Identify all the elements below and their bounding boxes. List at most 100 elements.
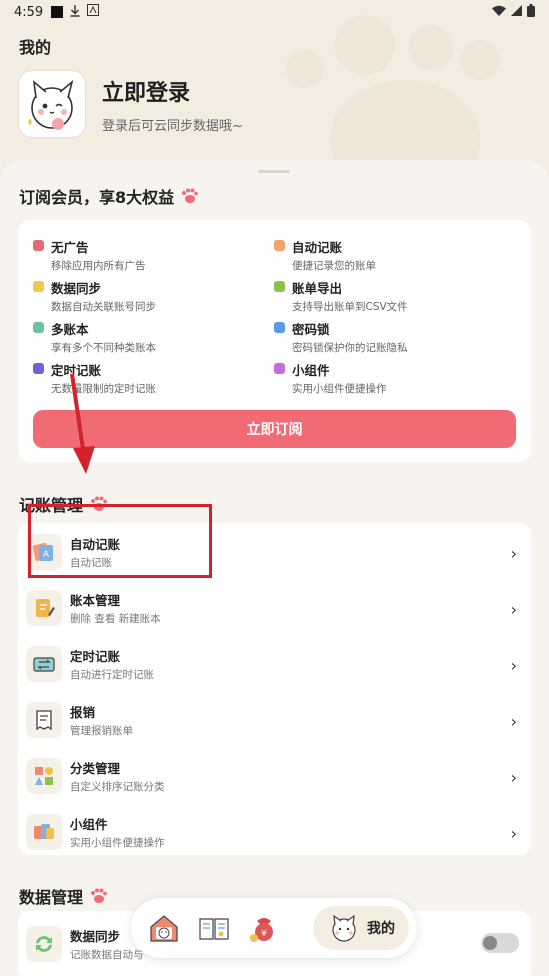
manage-item-ledger[interactable]: 账本管理 删除 查看 新建账本 › [18, 580, 531, 636]
status-right-icons [492, 3, 535, 21]
ledger-icon [26, 590, 62, 626]
benefit-name: 多账本 [51, 322, 89, 337]
manage-item-scheduled[interactable]: 定时记账 自动进行定时记账 › [18, 636, 531, 692]
cat-avatar-icon [20, 72, 84, 136]
data-section-title: 数据管理 [19, 884, 107, 908]
benefit-item: 数据同步 数据自动关联账号同步 [33, 278, 263, 314]
data-sync-subtitle: 记账数据自动与 [70, 949, 144, 961]
manage-item-title: 报销 [70, 705, 96, 720]
sync-icon [26, 926, 62, 962]
cat-icon [332, 914, 356, 942]
login-title[interactable]: 立即登录 [102, 75, 243, 107]
manage-item-category[interactable]: 分类管理 自定义排序记账分类 › [18, 748, 531, 804]
paw-decoration [460, 40, 500, 80]
paw-decoration [286, 50, 324, 88]
data-sync-toggle[interactable] [481, 933, 519, 953]
annotation-arrow [70, 373, 95, 474]
chevron-right-icon: › [510, 768, 517, 787]
benefit-item: 无广告 移除应用内所有广告 [33, 237, 263, 273]
manage-item-subtitle: 实用小组件便捷操作 [70, 837, 165, 849]
nav-mine-label: 我的 [367, 921, 395, 937]
page-title: 我的 [19, 38, 52, 57]
chevron-right-icon: › [510, 712, 517, 731]
benefit-desc: 享有多个不同种类账本 [51, 342, 156, 354]
download-icon [69, 4, 81, 21]
vip-section-title: 订阅会员，享8大权益 [19, 184, 198, 208]
scheduled-icon [26, 646, 62, 682]
benefit-item: 密码锁 密码锁保护你的记账隐私 [274, 319, 504, 355]
svg-text:¥: ¥ [261, 929, 267, 939]
signal-icon [511, 4, 522, 20]
paw-decoration [335, 15, 395, 75]
status-time: 4:59 [14, 4, 44, 20]
toggle-knob [483, 936, 497, 950]
paw-decoration [408, 25, 453, 70]
paw-icon [91, 888, 107, 903]
benefit-dot [274, 281, 285, 292]
benefit-desc: 支持导出账单到CSV文件 [292, 301, 408, 313]
benefit-desc: 移除应用内所有广告 [51, 260, 146, 272]
benefit-dot [274, 322, 285, 333]
manage-item-title: 账本管理 [70, 593, 121, 608]
sheet-handle[interactable] [258, 170, 290, 173]
benefit-item: 多账本 享有多个不同种类账本 [33, 319, 263, 355]
benefit-name: 密码锁 [292, 322, 330, 337]
manage-item-title: 分类管理 [70, 761, 121, 776]
manage-item-subtitle: 自动进行定时记账 [70, 669, 154, 681]
benefit-name: 账单导出 [292, 281, 343, 296]
benefit-dot [33, 240, 44, 251]
manage-item-subtitle: 管理报销账单 [70, 725, 133, 737]
chevron-right-icon: › [510, 824, 517, 843]
benefit-item: 账单导出 支持导出账单到CSV文件 [274, 278, 504, 314]
login-subtitle: 登录后可云同步数据哦~ [102, 118, 243, 134]
benefit-dot [33, 281, 44, 292]
benefit-dot [33, 363, 44, 374]
benefit-dot [274, 363, 285, 374]
annotation-highlight-box [28, 504, 212, 578]
bottom-nav: ¥ 我的 [131, 898, 417, 958]
benefit-name: 自动记账 [292, 240, 343, 255]
chevron-right-icon: › [510, 656, 517, 675]
vip-title-text: 订阅会员，享8大权益 [19, 188, 175, 207]
status-notification-icons [51, 4, 100, 21]
chevron-right-icon: › [510, 544, 517, 563]
benefit-name: 小组件 [292, 363, 330, 378]
wifi-icon [492, 5, 506, 20]
benefit-item: 自动记账 便捷记录您的账单 [274, 237, 504, 273]
paw-icon [182, 188, 198, 203]
notification-square-icon [51, 6, 64, 18]
reimburse-icon [26, 702, 62, 738]
app-notification-icon [87, 4, 100, 20]
benefit-desc: 密码锁保护你的记账隐私 [292, 342, 408, 354]
benefit-name: 数据同步 [51, 281, 102, 296]
status-bar: 4:59 [0, 0, 549, 24]
benefit-desc: 实用小组件便捷操作 [292, 383, 387, 395]
data-title-text: 数据管理 [19, 888, 84, 907]
subscribe-button[interactable]: 立即订阅 [33, 410, 516, 448]
benefit-desc: 便捷记录您的账单 [292, 260, 376, 272]
chevron-right-icon: › [510, 600, 517, 619]
book-icon [199, 918, 229, 940]
benefit-item: 小组件 实用小组件便捷操作 [274, 360, 504, 396]
avatar[interactable] [18, 70, 86, 138]
nav-wallet[interactable]: ¥ [239, 903, 289, 953]
benefit-desc: 数据自动关联账号同步 [51, 301, 156, 313]
benefit-dot [33, 322, 44, 333]
manage-item-subtitle: 自定义排序记账分类 [70, 781, 165, 793]
manage-item-title: 小组件 [70, 817, 108, 832]
money-bag-icon: ¥ [250, 918, 273, 942]
manage-item-title: 定时记账 [70, 649, 121, 664]
battery-icon [527, 3, 535, 21]
benefit-dot [274, 240, 285, 251]
manage-item-widget[interactable]: 小组件 实用小组件便捷操作 › [18, 804, 531, 860]
widget-icon [26, 814, 62, 850]
login-row[interactable]: 立即登录 登录后可云同步数据哦~ [18, 70, 243, 138]
manage-item-subtitle: 删除 查看 新建账本 [70, 613, 161, 625]
manage-item-reimburse[interactable]: 报销 管理报销账单 › [18, 692, 531, 748]
nav-bills[interactable] [189, 903, 239, 953]
benefit-name: 无广告 [51, 240, 89, 255]
home-icon [150, 915, 178, 942]
category-icon [26, 758, 62, 794]
nav-mine[interactable]: 我的 [313, 906, 409, 950]
nav-home[interactable] [139, 903, 189, 953]
